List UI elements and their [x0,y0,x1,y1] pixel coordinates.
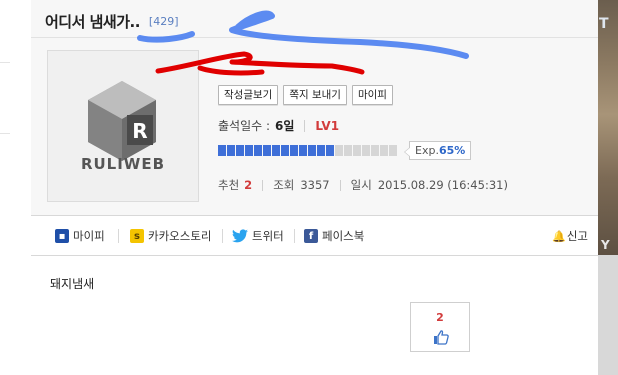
exp-segment [389,145,397,156]
share-twitter-label: 트위터 [252,229,284,243]
post-header: 어디서 냄새가.. [429] R RULIWEB 작성글보기 쪽지 보내기 마… [31,0,598,216]
reply-count-link[interactable]: [429] [149,15,179,28]
svg-text:R: R [132,119,147,143]
exp-segment [263,145,271,156]
side-photo-text: T [599,16,609,32]
bell-icon: 🔔 [552,229,566,243]
exp-segment [335,145,343,156]
post-container: 어디서 냄새가.. [429] R RULIWEB 작성글보기 쪽지 보내기 마… [31,0,598,375]
share-bar: ▪ 마이피 s 카카오스토리 트위터 f 페이스북 🔔 신고 [31,216,598,256]
exp-segment [317,145,325,156]
exp-segment [371,145,379,156]
share-kakaostory-label: 카카오스토리 [148,229,212,243]
meta-divider [262,179,264,191]
exp-progress-bar [218,145,397,156]
exp-segment [308,145,316,156]
exp-badge: Exp.65% [403,141,472,160]
share-twitter[interactable]: 트위터 [232,228,284,244]
report-label: 신고 [566,229,588,243]
share-facebook-label: 페이스북 [322,229,365,243]
report-button[interactable]: 🔔 신고 [552,228,588,244]
like-count: 2 [436,311,444,324]
exp-row: Exp.65% [218,141,472,160]
side-image-strip: T Y [598,0,618,375]
exp-segment [254,145,262,156]
post-title: 어디서 냄새가.. [45,12,140,31]
avatar: R RULIWEB [47,50,199,202]
exp-segment [290,145,298,156]
exp-segment [362,145,370,156]
attendance-days: 6일 [275,119,295,133]
exp-segment [227,145,235,156]
ruliweb-logo-icon: R [88,81,156,161]
share-kakaostory[interactable]: s 카카오스토리 [130,228,211,244]
post-date: 2015.08.29 (16:45:31) [377,178,508,192]
share-facebook[interactable]: f 페이스북 [304,228,364,244]
level-badge: LV1 [315,118,340,133]
exp-segment [218,145,226,156]
side-photo-caption: Y [601,238,610,252]
share-divider [118,229,119,243]
exp-percent: 65% [438,144,466,157]
left-gutter [0,0,32,375]
side-photo: T Y [598,0,618,255]
exp-segment [272,145,280,156]
thumbs-up-icon [434,330,449,345]
gutter-divider [0,62,10,63]
views-count: 3357 [300,178,330,192]
facebook-icon: f [304,229,318,243]
exp-segment [245,145,253,156]
title-divider [31,37,598,38]
exp-label: Exp. [415,144,439,157]
exp-segment [236,145,244,156]
exp-segment [380,145,388,156]
date-label: 일시 [350,178,372,192]
exp-segment [281,145,289,156]
twitter-icon [232,229,248,243]
post-meta: 추천 2 조회 3357 일시 2015.08.29 (16:45:31) [218,177,508,193]
share-divider [222,229,223,243]
share-divider [294,229,295,243]
share-mypi[interactable]: ▪ 마이피 [55,228,105,244]
recommend-label: 추천 [218,178,240,192]
share-mypi-label: 마이피 [73,229,105,243]
profile-buttons: 작성글보기 쪽지 보내기 마이피 [218,85,393,105]
attendance-label: 출석일수 : [218,119,271,133]
attendance-divider [304,119,306,132]
views-label: 조회 [273,178,295,192]
mypi-icon: ▪ [55,229,69,243]
view-posts-button[interactable]: 작성글보기 [218,85,279,105]
meta-divider [339,179,341,191]
exp-segment [299,145,307,156]
title-row: 어디서 냄새가.. [429] [45,10,179,32]
logo-wordmark: RULIWEB [80,155,166,173]
exp-segment [344,145,352,156]
attendance-row: 출석일수 : 6일 LV1 [218,117,339,134]
exp-segment [353,145,361,156]
post-body: 돼지냄새 [50,277,95,291]
kakaostory-icon: s [130,229,144,243]
exp-segment [326,145,334,156]
gutter-divider [0,133,10,134]
mypi-button[interactable]: 마이피 [351,85,393,105]
recommend-count: 2 [244,178,253,192]
send-message-button[interactable]: 쪽지 보내기 [283,85,347,105]
like-button[interactable]: 2 [410,302,470,352]
